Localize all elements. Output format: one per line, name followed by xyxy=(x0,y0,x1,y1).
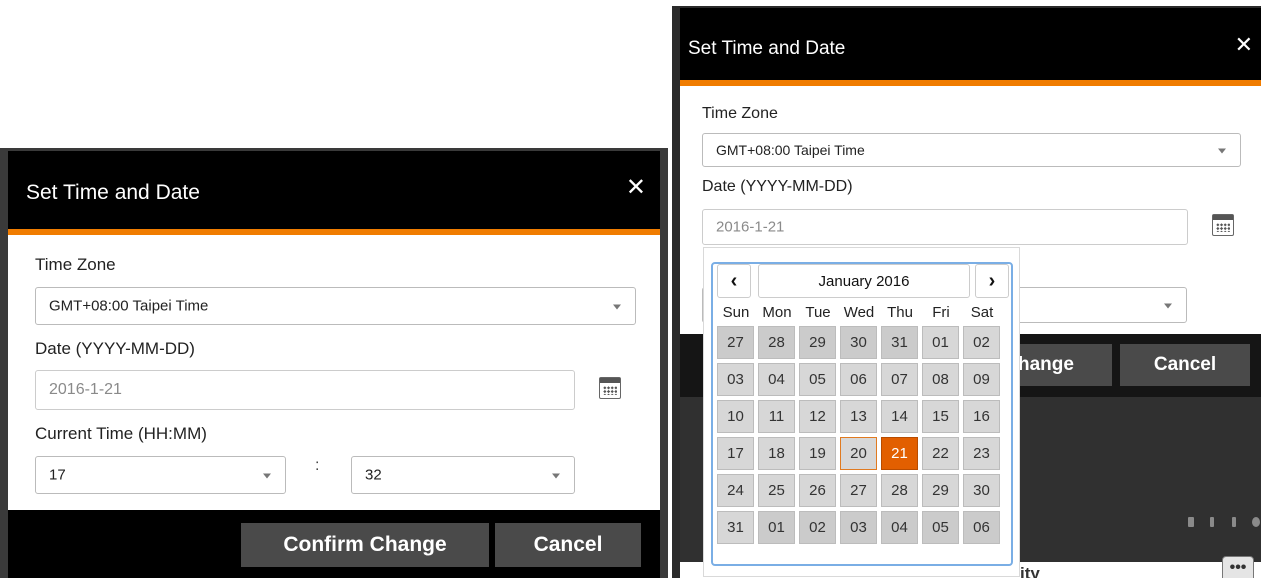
hour-select[interactable]: 17 xyxy=(35,456,286,494)
calendar-day[interactable]: 28 xyxy=(881,474,918,507)
usb-icon xyxy=(1210,517,1214,527)
chevron-down-icon xyxy=(263,473,271,479)
calendar-day[interactable]: 12 xyxy=(799,400,836,433)
datepicker-popup: ‹ January 2016 › Sun Mon Tue Wed Thu Fri Sat 27… xyxy=(703,247,1020,577)
dialog-footer: Confirm Change Cancel xyxy=(8,510,660,578)
calendar-day[interactable]: 24 xyxy=(717,474,754,507)
calendar-day[interactable]: 21 xyxy=(881,437,918,470)
calendar-day[interactable]: 01 xyxy=(758,511,795,544)
date-value: 2016-1-21 xyxy=(49,381,122,398)
close-icon[interactable]: ✕ xyxy=(626,173,646,202)
usb-icon xyxy=(1232,517,1236,527)
timezone-label: Time Zone xyxy=(35,255,116,274)
calendar-day[interactable]: 02 xyxy=(799,511,836,544)
calendar-day[interactable]: 18 xyxy=(758,437,795,470)
minute-select[interactable]: 32 xyxy=(351,456,575,494)
calendar-day[interactable]: 04 xyxy=(758,363,795,396)
date-input[interactable]: 2016-1-21 xyxy=(702,209,1188,245)
calendar-day[interactable]: 05 xyxy=(922,511,959,544)
dialog-header: Set Time and Date ✕ xyxy=(680,8,1261,86)
calendar-day[interactable]: 04 xyxy=(881,511,918,544)
weekday-header: Thu xyxy=(887,304,913,321)
prev-month-button[interactable]: ‹ xyxy=(717,264,751,298)
next-month-button[interactable]: › xyxy=(975,264,1009,298)
weekday-header: Sun xyxy=(722,304,750,321)
calendar-day[interactable]: 19 xyxy=(799,437,836,470)
calendar-day[interactable]: 02 xyxy=(963,326,1000,359)
calendar-day[interactable]: 28 xyxy=(758,326,795,359)
calendar-day[interactable]: 31 xyxy=(717,511,754,544)
chevron-down-icon xyxy=(552,473,560,479)
calendar-day[interactable]: 13 xyxy=(840,400,877,433)
calendar-day[interactable]: 30 xyxy=(840,326,877,359)
calendar-day[interactable]: 03 xyxy=(840,511,877,544)
calendar-day[interactable]: 23 xyxy=(963,437,1000,470)
chevron-down-icon xyxy=(1218,148,1226,154)
calendar-day[interactable]: 07 xyxy=(881,363,918,396)
battery-icon xyxy=(1188,517,1194,527)
gear-icon xyxy=(1252,517,1260,527)
calendar-day[interactable]: 10 xyxy=(717,400,754,433)
calendar-day[interactable]: 29 xyxy=(922,474,959,507)
weekday-header: Fri xyxy=(932,304,950,321)
weekday-header: Wed xyxy=(843,304,875,321)
date-input[interactable]: 2016-1-21 xyxy=(35,370,575,410)
date-value: 2016-1-21 xyxy=(716,218,785,236)
confirm-change-button[interactable]: hange xyxy=(1012,344,1112,386)
timezone-value: GMT+08:00 Taipei Time xyxy=(49,297,209,315)
weekday-header: Tue xyxy=(805,304,831,321)
calendar-day[interactable]: 22 xyxy=(922,437,959,470)
calendar-day[interactable]: 06 xyxy=(963,511,1000,544)
calendar-day[interactable]: 25 xyxy=(758,474,795,507)
weekday-header: Mon xyxy=(762,304,792,321)
calendar-day[interactable]: 11 xyxy=(758,400,795,433)
calendar-day[interactable]: 09 xyxy=(963,363,1000,396)
cancel-button[interactable]: Cancel xyxy=(1120,344,1250,386)
calendar-day[interactable]: 15 xyxy=(922,400,959,433)
calendar-day[interactable]: 01 xyxy=(922,326,959,359)
weekday-header: Sat xyxy=(970,304,994,321)
calendar-icon[interactable] xyxy=(1212,214,1234,236)
confirm-change-button[interactable]: Confirm Change xyxy=(241,523,489,567)
calendar-day[interactable]: 27 xyxy=(840,474,877,507)
timezone-select[interactable]: GMT+08:00 Taipei Time xyxy=(35,287,636,325)
calendar-day[interactable]: 16 xyxy=(963,400,1000,433)
left-dialog: Set Time and Date ✕ Time Zone GMT+08:00 … xyxy=(0,148,668,578)
calendar-day[interactable]: 29 xyxy=(799,326,836,359)
calendar-day[interactable]: 31 xyxy=(881,326,918,359)
timezone-value: GMT+08:00 Taipei Time xyxy=(716,142,865,158)
timezone-select[interactable]: GMT+08:00 Taipei Time xyxy=(702,133,1241,167)
calendar-day[interactable]: 27 xyxy=(717,326,754,359)
chevron-down-icon xyxy=(613,304,621,310)
calendar-day[interactable]: 14 xyxy=(881,400,918,433)
calendar-day[interactable]: 20 xyxy=(840,437,877,470)
month-title-button[interactable]: January 2016 xyxy=(758,264,970,298)
calendar-day[interactable]: 03 xyxy=(717,363,754,396)
minute-value: 32 xyxy=(365,466,382,484)
dialog-header: Set Time and Date ✕ xyxy=(8,151,660,235)
datepicker: ‹ January 2016 › Sun Mon Tue Wed Thu Fri Sat 27… xyxy=(711,262,1013,566)
current-time-label: Current Time (HH:MM) xyxy=(35,424,207,443)
more-options-button[interactable]: ••• xyxy=(1222,556,1254,578)
calendar-day[interactable]: 08 xyxy=(922,363,959,396)
time-separator: : xyxy=(315,457,320,474)
calendar-day[interactable]: 30 xyxy=(963,474,1000,507)
calendar-day[interactable]: 26 xyxy=(799,474,836,507)
cancel-button[interactable]: Cancel xyxy=(495,523,641,567)
dialog-title: Set Time and Date xyxy=(26,181,200,204)
calendar-icon[interactable] xyxy=(599,377,621,399)
hour-value: 17 xyxy=(49,466,66,484)
chevron-down-icon xyxy=(1164,303,1172,309)
dialog-title: Set Time and Date xyxy=(688,38,846,59)
calendar-day[interactable]: 17 xyxy=(717,437,754,470)
background-text: ity xyxy=(1020,564,1040,578)
calendar-day[interactable]: 05 xyxy=(799,363,836,396)
close-icon[interactable]: ✕ xyxy=(1235,32,1253,58)
calendar-day[interactable]: 06 xyxy=(840,363,877,396)
timezone-label: Time Zone xyxy=(702,105,778,122)
date-label: Date (YYYY-MM-DD) xyxy=(35,339,195,358)
date-label: Date (YYYY-MM-DD) xyxy=(702,178,853,195)
